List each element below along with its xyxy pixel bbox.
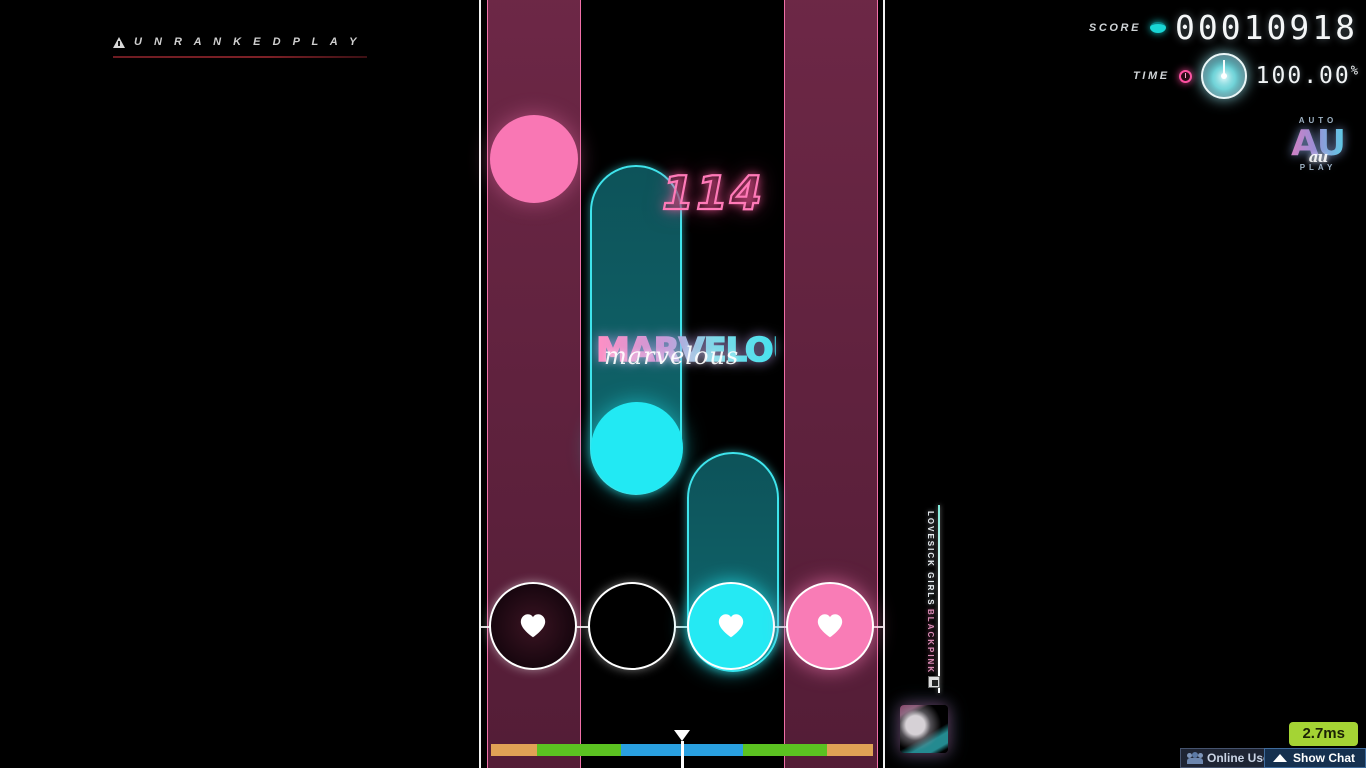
- album-art-thumbnail: [900, 705, 948, 753]
- song-progress-bar[interactable]: [491, 730, 873, 768]
- note-head-lane-1: [490, 115, 578, 203]
- receptor-lane-4[interactable]: [786, 582, 874, 670]
- progress-segment-4: [681, 744, 744, 756]
- people-icon: [1187, 752, 1203, 764]
- time-label: TIME: [1132, 70, 1170, 82]
- accuracy-value: 100.00%: [1256, 63, 1358, 89]
- latency-badge: 2.7ms: [1289, 722, 1358, 746]
- show-chat-label: Show Chat: [1293, 751, 1355, 765]
- receptor-lane-2[interactable]: [588, 582, 676, 670]
- coin-icon: [1150, 22, 1167, 33]
- song-artist: BLACKPINK: [926, 609, 935, 675]
- progress-segment-3: [620, 744, 682, 756]
- autoplay-script-text: au: [1308, 148, 1329, 166]
- progress-marker-stem: [680, 741, 684, 768]
- unranked-play-banner: U N R A N K E D P L A Y: [113, 36, 367, 58]
- progress-segment-6: [827, 744, 873, 756]
- warning-triangle-icon: [113, 36, 125, 48]
- score-label: SCORE: [1088, 21, 1142, 34]
- score-row: SCORE 00010918: [1089, 8, 1358, 47]
- judgement-block-text: MARVELOUS: [595, 328, 823, 372]
- song-title: LOVESICK GIRLS: [926, 511, 935, 607]
- game-screen: U N R A N K E D P L A Y 114 MARVELOUS ma…: [0, 0, 1366, 768]
- combo-counter: 114: [661, 165, 765, 221]
- song-info-line: [938, 505, 940, 693]
- progress-segment-2: [536, 744, 621, 756]
- show-chat-button[interactable]: Show Chat: [1264, 748, 1366, 768]
- score-value: 00010918: [1175, 8, 1358, 47]
- chevron-up-icon: [1273, 754, 1287, 762]
- note-head-lane-3-upper: [591, 402, 683, 494]
- judgement-text: MARVELOUS marvelous: [595, 328, 823, 372]
- receptor-lane-1[interactable]: [489, 582, 577, 670]
- playfield: 114 MARVELOUS marvelous: [479, 0, 885, 768]
- unranked-divider: [113, 56, 367, 58]
- receptor-lane-3[interactable]: [687, 582, 775, 670]
- progress-segment-1: [491, 744, 537, 756]
- album-art-badge-icon: [928, 676, 940, 688]
- accuracy-percent-symbol: %: [1350, 63, 1358, 78]
- heart-icon: [817, 614, 843, 638]
- score-panel: SCORE 00010918 TIME 100.00%: [1089, 8, 1358, 99]
- heart-icon: [718, 614, 744, 638]
- heart-icon: [520, 614, 546, 638]
- clock-icon: [1178, 69, 1192, 83]
- autoplay-mark: AU au: [1285, 125, 1351, 166]
- accuracy-number: 100.00: [1255, 63, 1351, 89]
- time-row: TIME 100.00%: [1089, 53, 1358, 99]
- accuracy-dial: [1200, 53, 1247, 99]
- unranked-play-label: U N R A N K E D P L A Y: [134, 36, 361, 48]
- song-info: LOVESICK GIRLS BLACKPINK: [920, 505, 960, 695]
- autoplay-badge: AUTO AU au PLAY: [1285, 116, 1351, 172]
- progress-marker: [674, 730, 690, 741]
- progress-segment-5: [743, 744, 828, 756]
